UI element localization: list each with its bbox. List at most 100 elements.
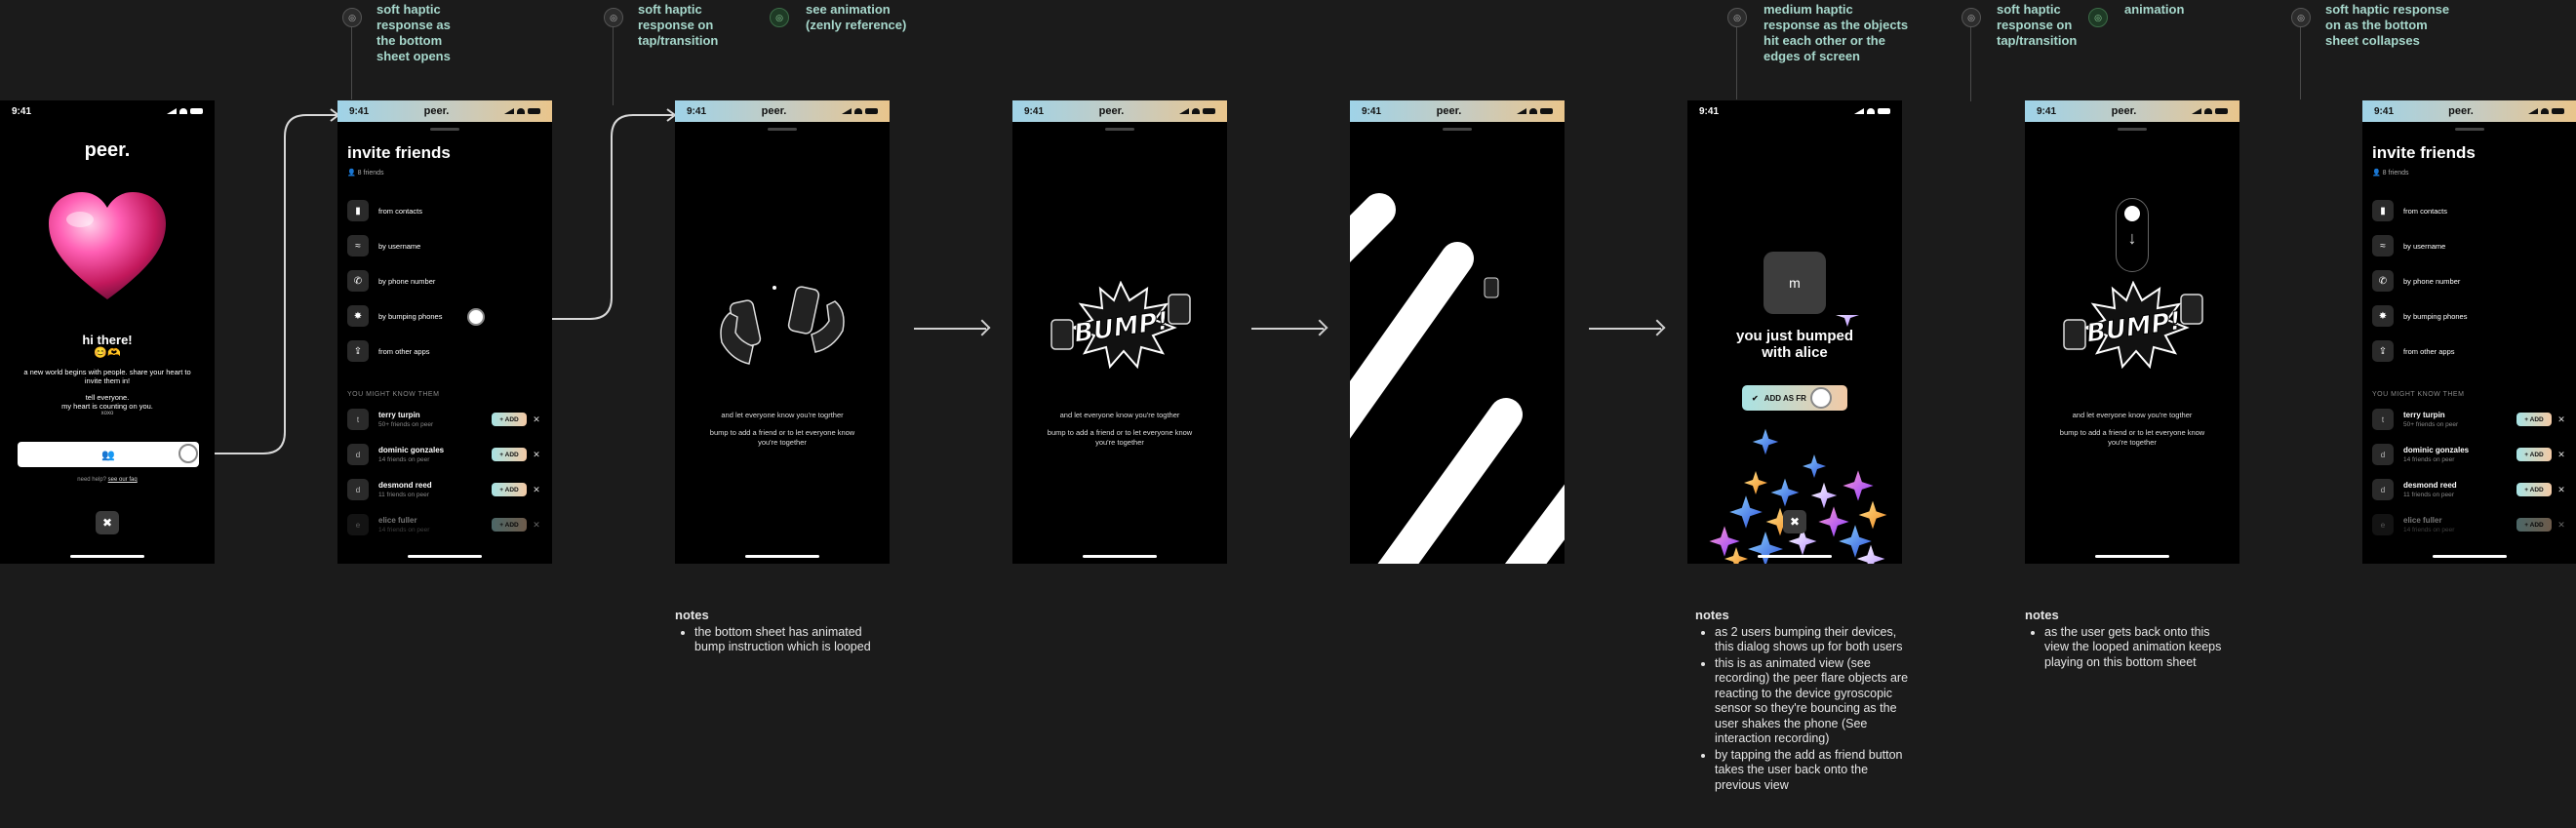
brand-logo: peer.	[84, 139, 131, 161]
avatar: m	[1764, 252, 1826, 314]
notes-block-2: notes as 2 users bumping their devices, …	[1695, 608, 1910, 794]
stripe-transition: P!	[1350, 193, 1565, 564]
bump-sheet-return-screen: 9:41 peer. ↓ BUMP! and let everyone know…	[2025, 100, 2239, 564]
home-indicator	[70, 555, 144, 558]
dismiss-icon[interactable]: ✕	[2556, 414, 2567, 425]
option-username[interactable]: ≈ by username	[2372, 235, 2445, 256]
home-indicator	[1083, 555, 1157, 558]
swipe-down-indicator[interactable]: ↓	[2116, 198, 2149, 272]
status-bar: 9:41 peer.	[675, 100, 890, 122]
status-bar: 9:41 peer.	[1350, 100, 1565, 122]
status-bar: 9:41	[1687, 100, 1902, 122]
option-contacts[interactable]: ▮ from contacts	[2372, 200, 2447, 221]
dismiss-icon[interactable]: ✕	[531, 520, 542, 531]
avatar: d	[347, 479, 369, 500]
home-indicator	[745, 555, 819, 558]
user-icon: 👤	[347, 170, 358, 177]
dismiss-icon[interactable]: ✕	[531, 450, 542, 460]
instruction-line-2: bump to add a friend or to let everyone …	[2059, 428, 2205, 447]
status-bar: 9:41 peer.	[2025, 100, 2239, 122]
username-icon: ≈	[347, 235, 369, 256]
swipe-dot	[2124, 206, 2140, 221]
add-button[interactable]: + ADD	[2517, 483, 2552, 496]
share-icon: ⇪	[2372, 340, 2394, 362]
contacts-icon: ▮	[347, 200, 369, 221]
notes-block-3: notes as the user gets back onto this vi…	[2025, 608, 2235, 671]
friend-row: d dominic gonzales 14 friends on peer + A…	[347, 441, 542, 468]
dismiss-icon[interactable]: ✕	[2556, 450, 2567, 460]
flow-arrow	[1589, 328, 1661, 330]
friend-row: d desmond reed 11 friends on peer + ADD ✕	[347, 476, 542, 503]
invite-screen-return: 9:41 peer. invite friends 👤 8 friends ▮ f…	[2362, 100, 2576, 564]
flow-arrow	[914, 328, 986, 330]
add-button[interactable]: + ADD	[492, 518, 527, 532]
friends-count: 👤 8 friends	[2372, 170, 2409, 177]
help-row: need help? see our faq	[77, 477, 138, 483]
home-indicator	[2432, 555, 2507, 558]
option-phone[interactable]: ✆ by phone number	[2372, 270, 2460, 292]
avatar: t	[347, 409, 369, 430]
add-button[interactable]: + ADD	[2517, 448, 2552, 461]
status-bar: 9:41	[0, 100, 215, 122]
instruction-line-2: bump to add a friend or to let everyone …	[1047, 428, 1193, 447]
username-icon: ≈	[2372, 235, 2394, 256]
status-bar: 9:41 peer.	[337, 100, 552, 122]
friend-row: d dominic gonzales 14 friends on peer + A…	[2372, 441, 2567, 468]
dismiss-icon[interactable]: ✕	[531, 485, 542, 495]
home-indicator	[1758, 555, 1832, 558]
option-bump[interactable]: ✸ by bumping phones	[347, 305, 442, 327]
section-header: YOU MIGHT KNOW THEM	[2372, 391, 2465, 398]
bump-result-screen: 9:41 m you just bumped with alice ✔ ADD …	[1687, 100, 1902, 564]
close-icon: ✖	[101, 516, 113, 530]
option-other-apps[interactable]: ⇪ from other apps	[347, 340, 430, 362]
user-icon: 👤	[2372, 170, 2383, 177]
add-button[interactable]: + ADD	[2517, 518, 2552, 532]
dismiss-icon[interactable]: ✕	[2556, 485, 2567, 495]
instruction-line-2: bump to add a friend or to let everyone …	[709, 428, 855, 447]
phone-icon: ✆	[347, 270, 369, 292]
option-username[interactable]: ≈ by username	[347, 235, 420, 256]
option-phone[interactable]: ✆ by phone number	[347, 270, 435, 292]
friend-row: e elice fuller 14 friends on peer + ADD ✕	[2372, 511, 2567, 538]
invite-button[interactable]: 👥	[18, 442, 199, 467]
welcome-line-3: my heart is counting on you.	[61, 402, 153, 411]
option-contacts[interactable]: ▮ from contacts	[347, 200, 422, 221]
close-button[interactable]: ✖	[1783, 510, 1806, 533]
add-button[interactable]: + ADD	[492, 413, 527, 426]
add-button[interactable]: + ADD	[492, 448, 527, 461]
option-bump[interactable]: ✸ by bumping phones	[2372, 305, 2467, 327]
dismiss-icon[interactable]: ✕	[2556, 520, 2567, 531]
instruction-line-1: and let everyone know you're togther	[2072, 411, 2193, 419]
status-bar: 9:41 peer.	[2362, 100, 2576, 122]
notes-block-1: notes the bottom sheet has animated bump…	[675, 608, 885, 656]
add-button[interactable]: + ADD	[2517, 413, 2552, 426]
friend-row: t terry turpin 50+ friends on peer + ADD ✕	[2372, 406, 2567, 433]
bump-animation-screen: 9:41 peer. BUMP! and let everyone know y…	[1012, 100, 1227, 564]
add-button[interactable]: + ADD	[492, 483, 527, 496]
friend-row: t terry turpin 50+ friends on peer + ADD ✕	[347, 406, 542, 433]
bump-burst-illustration: BUMP!	[1050, 281, 1191, 369]
home-indicator	[2095, 555, 2169, 558]
share-icon: ⇪	[347, 340, 369, 362]
bump-instruction-screen: 9:41 peer. and let everyone know you're …	[675, 100, 890, 564]
close-button[interactable]: ✖	[96, 511, 119, 534]
section-header: YOU MIGHT KNOW THEM	[347, 391, 440, 398]
instruction-line-1: and let everyone know you're togther	[1059, 411, 1180, 419]
greeting: hi there!	[82, 333, 133, 347]
phone-icon: ✆	[2372, 270, 2394, 292]
avatar: d	[2372, 444, 2394, 465]
home-indicator	[408, 555, 482, 558]
avatar: t	[2372, 409, 2394, 430]
avatar: d	[347, 444, 369, 465]
option-other-apps[interactable]: ⇪ from other apps	[2372, 340, 2455, 362]
welcome-screen: 9:41 peer. hi there! 😊🫶 a new world begi…	[0, 100, 215, 564]
faq-link[interactable]: see our faq	[108, 477, 138, 483]
page-title: invite friends	[2372, 143, 2476, 162]
contacts-icon: ▮	[2372, 200, 2394, 221]
add-user-icon: 👥	[101, 449, 115, 461]
avatar: e	[2372, 514, 2394, 535]
dismiss-icon[interactable]: ✕	[531, 414, 542, 425]
invite-screen: 9:41 peer. invite friends 👤 8 friends ▮ f…	[337, 100, 552, 564]
friends-count: 👤 8 friends	[347, 170, 384, 177]
hands-phones-illustration	[720, 286, 845, 365]
